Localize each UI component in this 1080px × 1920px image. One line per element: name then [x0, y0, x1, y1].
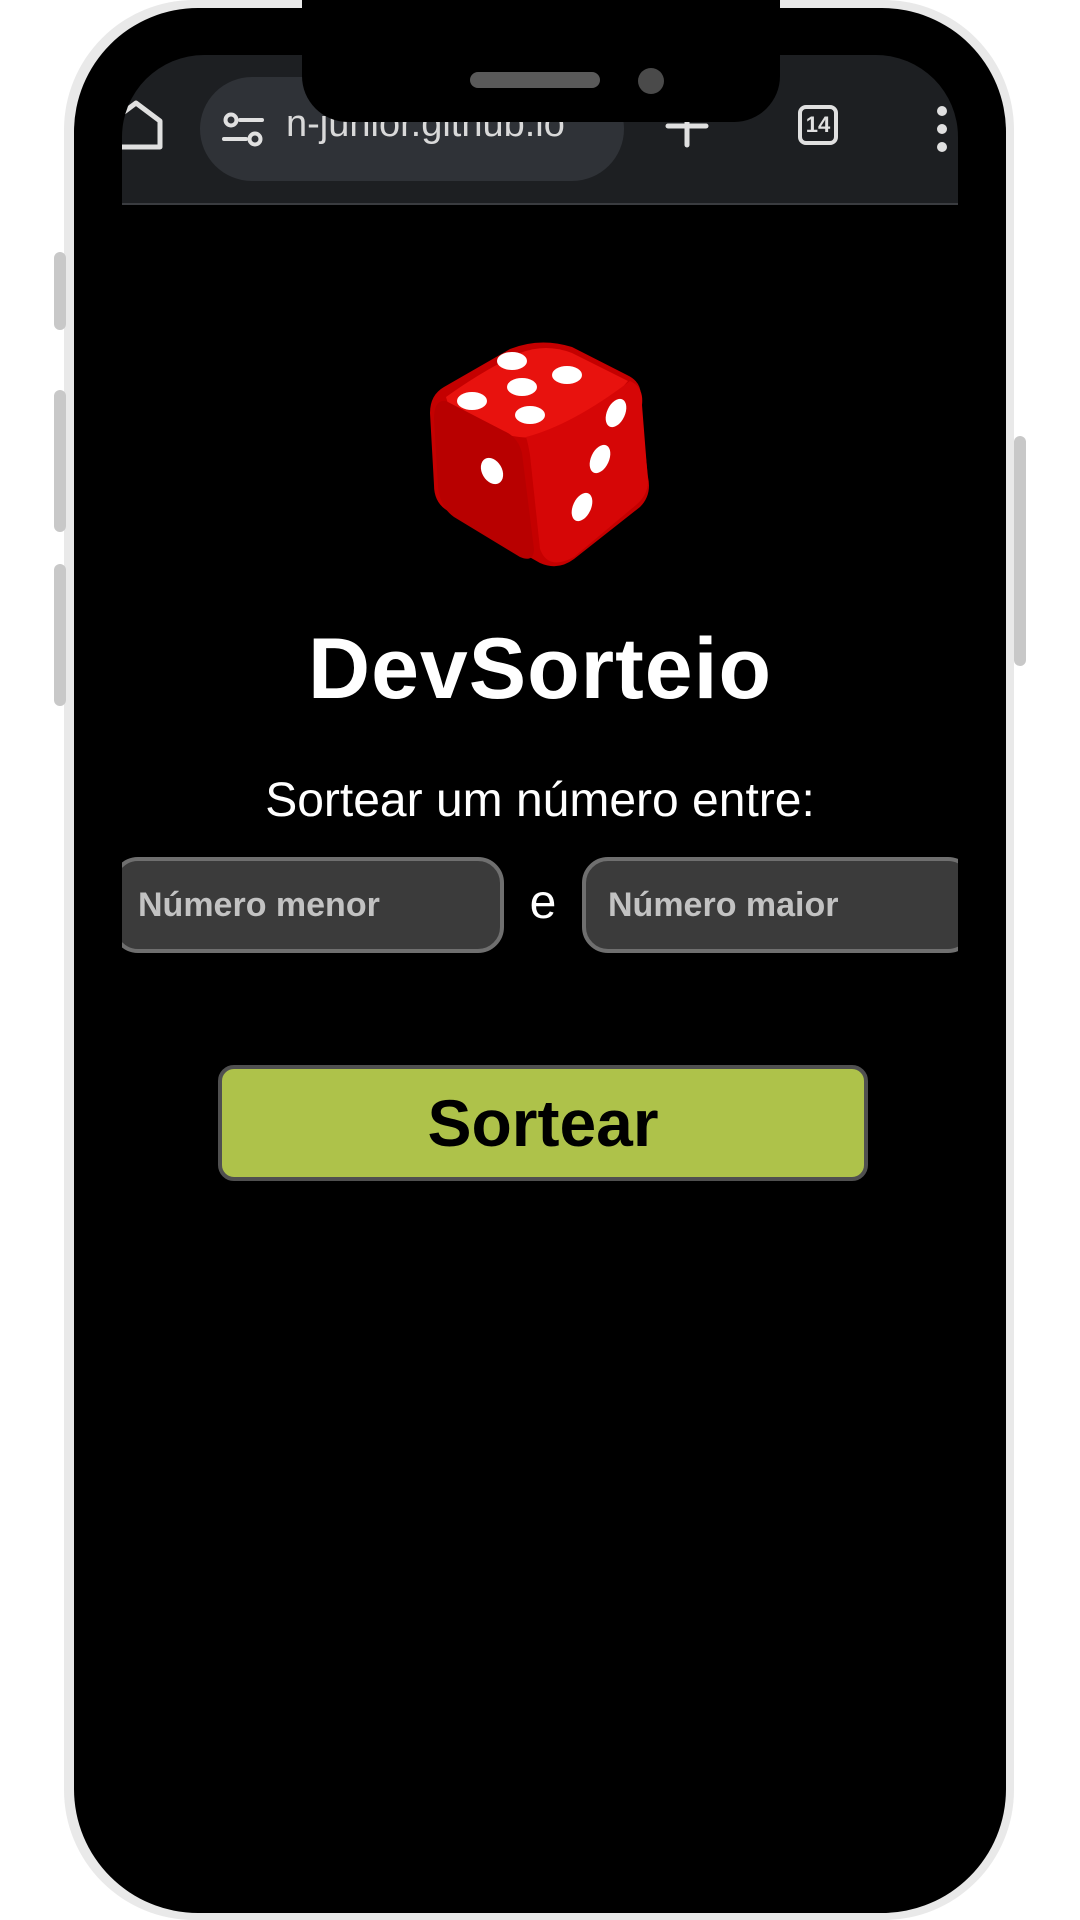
- front-camera: [638, 68, 664, 94]
- home-button[interactable]: [122, 97, 166, 157]
- more-vert-icon[interactable]: [932, 105, 952, 153]
- volume-down-button: [54, 564, 66, 706]
- draw-prompt: Sortear um número entre:: [265, 774, 815, 827]
- home-icon: [122, 100, 163, 150]
- volume-up-button: [54, 390, 66, 532]
- draw-button[interactable]: Sortear: [218, 1065, 868, 1181]
- min-number-input[interactable]: [122, 857, 504, 953]
- screen: n-junior.github.io 14 DevSorteio Sortear…: [122, 55, 958, 1865]
- tab-switcher-icon[interactable]: 14: [798, 105, 838, 145]
- page-title: DevSorteio: [307, 621, 773, 717]
- range-separator: e: [529, 876, 557, 929]
- power-button: [1014, 436, 1026, 666]
- notch: [302, 0, 780, 122]
- dice-icon: [422, 335, 658, 571]
- speaker-grille: [470, 72, 600, 88]
- silent-switch: [54, 252, 66, 330]
- tune-icon[interactable]: [222, 111, 264, 149]
- max-number-input[interactable]: [582, 857, 958, 953]
- device-mockup: n-junior.github.io 14 DevSorteio Sortear…: [0, 0, 1080, 1920]
